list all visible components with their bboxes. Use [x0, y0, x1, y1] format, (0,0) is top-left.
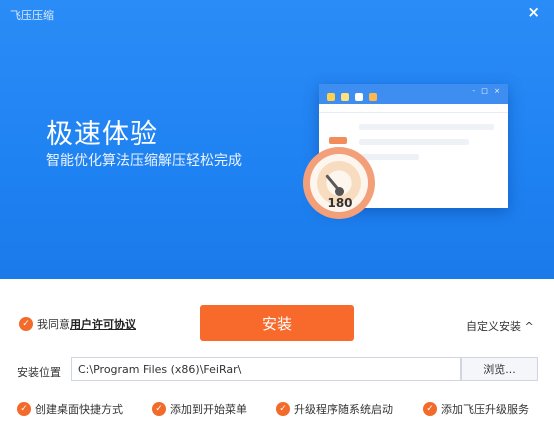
toolbar-lock-icon [369, 93, 377, 101]
speed-value: 180 [327, 196, 353, 210]
banner-subline: 智能优化算法压缩解压轻松完成 [46, 153, 242, 169]
install-location-label: 安装位置 [17, 366, 61, 379]
license-agreement: ✓ 我同意用户许可协议 [19, 316, 136, 332]
option-label: 添加到开始菜单 [170, 403, 247, 416]
option-desktop-shortcut[interactable]: ✓ 创建桌面快捷方式 [17, 401, 123, 417]
checkbox-checked-icon[interactable]: ✓ [423, 402, 437, 416]
checkbox-checked-icon[interactable]: ✓ [152, 402, 166, 416]
toolbar-extract-icon [341, 93, 349, 101]
preview-row [359, 154, 419, 160]
preview-row [359, 124, 494, 130]
preview-nav-bar [319, 104, 508, 113]
option-upgrade-service[interactable]: ✓ 添加飞压升级服务 [423, 401, 529, 417]
custom-install-toggle[interactable]: 自定义安装 ^ [466, 318, 534, 334]
banner-headline: 极速体验 [46, 119, 158, 150]
option-label: 升级程序随系统启动 [294, 403, 393, 416]
stopwatch-hub [335, 187, 344, 196]
browse-button[interactable]: 浏览... [461, 357, 538, 381]
toolbar-add-icon [327, 93, 335, 101]
option-start-menu[interactable]: ✓ 添加到开始菜单 [152, 401, 247, 417]
preview-row [359, 139, 469, 145]
install-path-input[interactable] [71, 357, 461, 381]
toolbar-delete-icon [355, 93, 363, 101]
close-icon[interactable]: × [527, 3, 540, 21]
stopwatch-knob [329, 137, 347, 144]
install-button[interactable]: 安装 [200, 305, 354, 341]
agree-label: 我同意 [37, 318, 70, 331]
agree-checkbox-icon[interactable]: ✓ [19, 317, 33, 331]
preview-toolbar: - □ × [319, 84, 508, 104]
checkbox-checked-icon[interactable]: ✓ [17, 402, 31, 416]
option-label: 创建桌面快捷方式 [35, 403, 123, 416]
checkbox-checked-icon[interactable]: ✓ [276, 402, 290, 416]
hero-banner: 飞压压缩 × 极速体验 智能优化算法压缩解压轻松完成 - □ × 180 [0, 0, 554, 279]
license-link[interactable]: 用户许可协议 [70, 318, 136, 331]
option-auto-start[interactable]: ✓ 升级程序随系统启动 [276, 401, 393, 417]
preview-window-controls: - □ × [472, 87, 502, 95]
app-title: 飞压压缩 [10, 9, 54, 22]
option-label: 添加飞压升级服务 [441, 403, 529, 416]
